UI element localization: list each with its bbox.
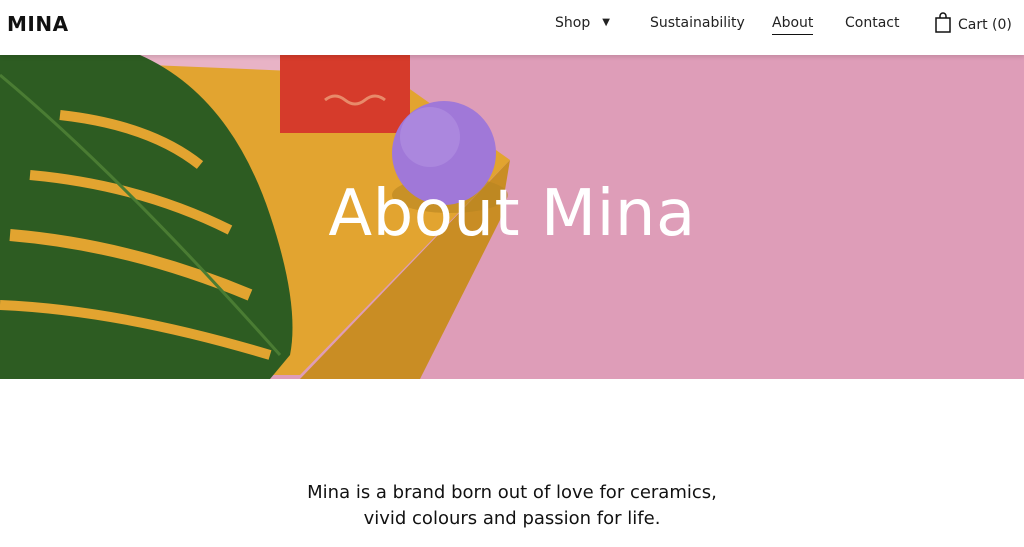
intro-line-1: Mina is a brand born out of love for cer… bbox=[307, 482, 717, 503]
nav-sustainability[interactable]: Sustainability bbox=[650, 15, 745, 31]
intro-text: Mina is a brand born out of love for cer… bbox=[0, 480, 1024, 532]
caret-down-icon[interactable]: ▼ bbox=[602, 16, 610, 30]
nav-shop-label[interactable]: Shop bbox=[555, 15, 590, 31]
brand-logo[interactable]: MINA bbox=[7, 12, 69, 36]
nav-contact[interactable]: Contact bbox=[845, 15, 899, 31]
intro-line-2: vivid colours and passion for life. bbox=[363, 508, 661, 529]
cart-label[interactable]: Cart (0) bbox=[958, 17, 1012, 33]
site-header: MINA Shop ▼ Sustainability About Contact… bbox=[0, 0, 1024, 55]
nav-cart[interactable]: Cart (0) bbox=[934, 12, 1012, 38]
nav-about-label[interactable]: About bbox=[772, 15, 814, 35]
page-title: About Mina bbox=[328, 177, 696, 251]
nav-shop[interactable]: Shop ▼ bbox=[555, 15, 610, 31]
shopping-bag-icon[interactable] bbox=[934, 12, 952, 38]
nav-about[interactable]: About bbox=[772, 15, 814, 35]
hero-banner: About Mina bbox=[0, 55, 1024, 379]
